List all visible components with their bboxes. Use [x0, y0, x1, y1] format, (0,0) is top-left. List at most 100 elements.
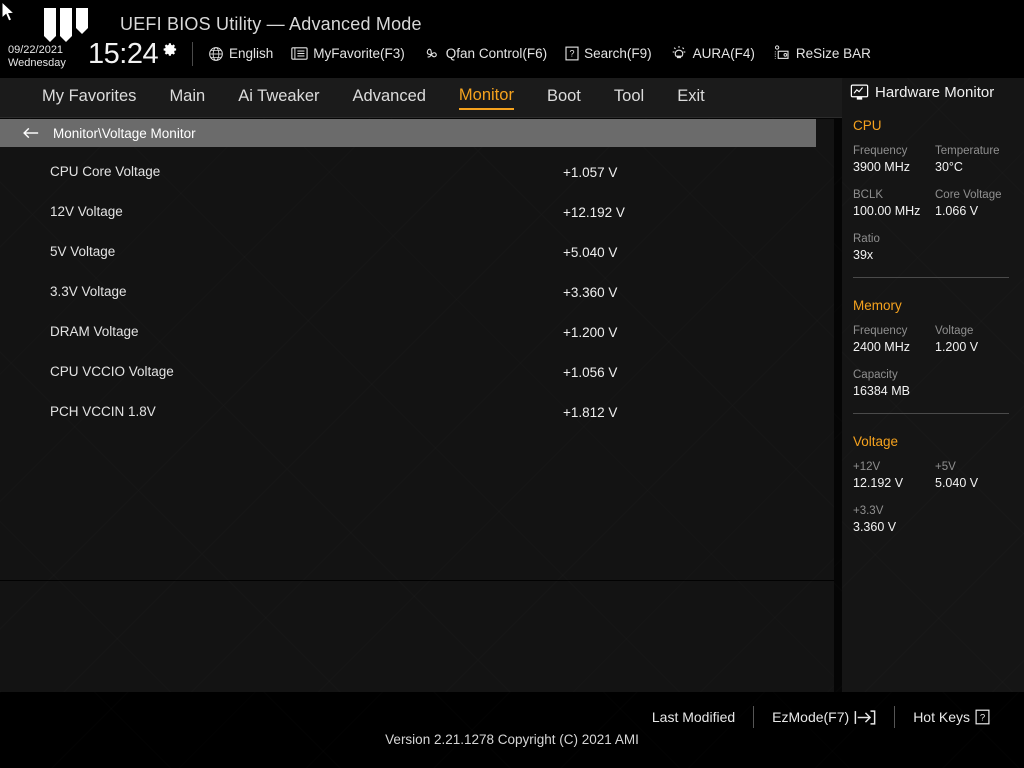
stat-value: 100.00 MHz	[853, 204, 921, 218]
stat-value: 5.040 V	[935, 476, 979, 490]
table-row[interactable]: 5V Voltage +5.040 V	[0, 233, 834, 273]
section-title-memory: Memory	[853, 298, 902, 313]
toolbar-label-myfavorite: MyFavorite(F3)	[313, 46, 405, 61]
section-title-cpu: CPU	[853, 118, 882, 133]
toolbar-item-aura[interactable]: AURA(F4)	[670, 45, 755, 62]
sidebar-pair-row: Ratio 39x	[853, 233, 1024, 262]
stat-key: Frequency	[853, 145, 908, 157]
row-value: +1.057 V	[563, 165, 618, 180]
table-row[interactable]: 3.3V Voltage +3.360 V	[0, 273, 834, 313]
table-row[interactable]: CPU VCCIO Voltage +1.056 V	[0, 353, 834, 393]
gear-icon[interactable]	[163, 42, 178, 57]
toolbar-label-resize-bar: ReSize BAR	[795, 46, 871, 61]
stat-value: 30°C	[935, 160, 963, 174]
stat-key: Core Voltage	[935, 189, 1002, 201]
sidebar-pair-row: Frequency 2400 MHz Voltage 1.200 V	[853, 325, 1024, 354]
stat-temperature: Temperature 30°C	[935, 145, 1017, 174]
tab-monitor[interactable]: Monitor	[458, 86, 514, 110]
clock-display: 15:24	[88, 38, 159, 70]
hardware-monitor-sidebar: Hardware Monitor CPU Frequency 3900 MHz …	[842, 78, 1024, 692]
ez-mode-button[interactable]: EzMode(F7)	[754, 709, 894, 725]
row-value: +1.812 V	[563, 405, 618, 420]
last-modified-button[interactable]: Last Modified	[634, 709, 753, 725]
stat-value: 39x	[853, 248, 874, 262]
sidebar-pair-row: Frequency 3900 MHz Temperature 30°C	[853, 145, 1024, 174]
mouse-cursor	[2, 2, 16, 22]
stat-5v: +5V 5.040 V	[935, 461, 1017, 490]
sidebar-body: CPU Frequency 3900 MHz Temperature 30°C …	[842, 118, 1024, 549]
stat-key: +12V	[853, 461, 881, 473]
tab-main[interactable]: Main	[169, 87, 205, 109]
page-title: UEFI BIOS Utility — Advanced Mode	[120, 14, 422, 34]
hot-keys-button[interactable]: Hot Keys ?	[895, 709, 1008, 725]
tab-advanced[interactable]: Advanced	[353, 87, 426, 109]
toolbar-item-resize-bar[interactable]: ReSize BAR	[773, 45, 871, 62]
date-display: 09/22/2021 Wednesday	[8, 44, 66, 69]
header-bar: UEFI BIOS Utility — Advanced Mode 09/22/…	[0, 0, 1024, 78]
tab-tool[interactable]: Tool	[614, 87, 644, 109]
table-row[interactable]: 12V Voltage +12.192 V	[0, 193, 834, 233]
tab-boot[interactable]: Boot	[547, 87, 581, 109]
sidebar-pair-row: +12V 12.192 V +5V 5.040 V	[853, 461, 1024, 490]
stat-core-voltage: Core Voltage 1.066 V	[935, 189, 1017, 218]
table-row[interactable]: DRAM Voltage +1.200 V	[0, 313, 834, 353]
bios-screen: UEFI BIOS Utility — Advanced Mode 09/22/…	[0, 0, 1024, 768]
tuf-gaming-logo	[44, 8, 88, 42]
question-box-icon: ?	[565, 46, 579, 61]
row-label: DRAM Voltage	[50, 324, 139, 339]
monitor-chart-icon	[850, 84, 869, 100]
list-icon	[291, 47, 308, 60]
tab-ai-tweaker[interactable]: Ai Tweaker	[238, 87, 319, 109]
hot-keys-label: Hot Keys	[913, 709, 970, 725]
arrow-into-bracket-icon	[854, 709, 876, 725]
stat-value: 3900 MHz	[853, 160, 910, 174]
footer-buttons: Last Modified EzMode(F7) Hot Keys ?	[634, 706, 1008, 728]
version-text: Version 2.21.1278 Copyright (C) 2021 AMI	[385, 732, 639, 747]
row-value: +12.192 V	[563, 205, 625, 220]
lightbulb-icon	[672, 46, 685, 59]
sidebar-title: Hardware Monitor	[875, 84, 995, 101]
toolbar-label-qfan: Qfan Control(F6)	[445, 46, 548, 61]
toolbar-item-myfavorite[interactable]: MyFavorite(F3)	[291, 46, 405, 61]
row-label: CPU VCCIO Voltage	[50, 364, 174, 379]
row-value: +1.200 V	[563, 325, 618, 340]
main-panel: Monitor\Voltage Monitor CPU Core Voltage…	[0, 119, 834, 692]
stat-capacity: Capacity 16384 MB	[853, 369, 935, 398]
stat-key: Ratio	[853, 233, 880, 245]
ez-mode-label: EzMode(F7)	[772, 709, 850, 725]
row-label: 3.3V Voltage	[50, 284, 127, 299]
header-toolbar: English MyFavorite(F3) Qfan Control(F6) …	[208, 45, 871, 62]
sidebar-header: Hardware Monitor	[850, 84, 994, 101]
table-row[interactable]: CPU Core Voltage +1.057 V	[0, 153, 834, 193]
toolbar-item-language[interactable]: English	[208, 46, 273, 62]
stat-key: Capacity	[853, 369, 898, 381]
table-row[interactable]: PCH VCCIN 1.8V +1.812 V	[0, 393, 834, 433]
sidebar-pair-row: Capacity 16384 MB	[853, 369, 1024, 398]
toolbar-label-search: Search(F9)	[584, 46, 652, 61]
breadcrumb[interactable]: Monitor\Voltage Monitor	[0, 119, 816, 147]
stat-ratio: Ratio 39x	[853, 233, 935, 262]
sidebar-divider	[853, 413, 1009, 414]
back-arrow-icon	[23, 127, 39, 139]
stat-key: +3.3V	[853, 505, 884, 517]
panel-divider	[0, 580, 834, 581]
question-box-icon: ?	[975, 709, 990, 725]
toolbar-item-qfan[interactable]: Qfan Control(F6)	[423, 46, 547, 62]
stat-value: 3.360 V	[853, 520, 897, 534]
tab-exit[interactable]: Exit	[677, 87, 705, 109]
stat-frequency: Frequency 3900 MHz	[853, 145, 935, 174]
row-value: +5.040 V	[563, 245, 618, 260]
sidebar-pair-row: +3.3V 3.360 V	[853, 505, 1024, 534]
row-value: +3.360 V	[563, 285, 618, 300]
stat-key: Frequency	[853, 325, 908, 337]
toolbar-item-search[interactable]: ? Search(F9)	[565, 46, 652, 61]
stat-key: Voltage	[935, 325, 974, 337]
voltage-list: CPU Core Voltage +1.057 V 12V Voltage +1…	[0, 153, 834, 433]
footer-texture	[0, 692, 1024, 768]
stat-mem-frequency: Frequency 2400 MHz	[853, 325, 935, 354]
tab-my-favorites[interactable]: My Favorites	[42, 87, 136, 109]
weekday-value: Wednesday	[8, 56, 66, 69]
footer-bar: Last Modified EzMode(F7) Hot Keys ? Vers…	[0, 692, 1024, 768]
row-value: +1.056 V	[563, 365, 618, 380]
section-title-voltage: Voltage	[853, 434, 899, 449]
